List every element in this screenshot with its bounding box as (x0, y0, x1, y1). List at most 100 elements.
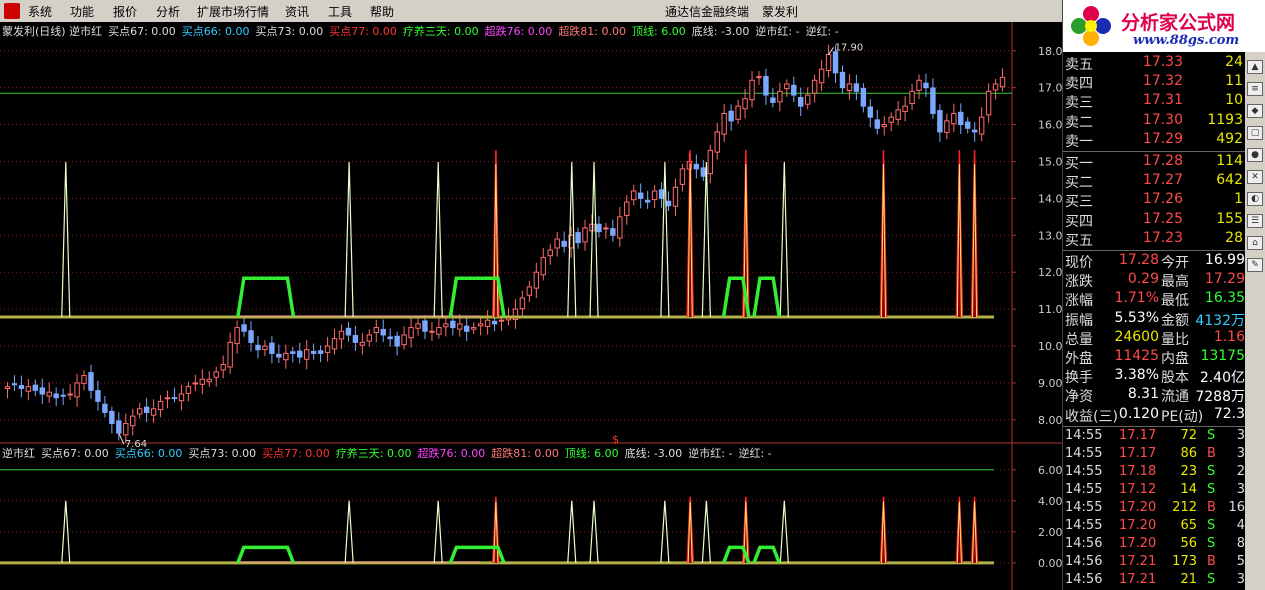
candle-body (971, 129, 978, 133)
toolbar-icon[interactable]: ◐ (1247, 192, 1263, 206)
divider (1063, 250, 1253, 251)
toolbar-icon[interactable]: ● (1247, 148, 1263, 162)
candle-body (554, 238, 560, 249)
stat-value: 5.53% (1114, 309, 1159, 326)
stat-value: 8.31 (1127, 386, 1159, 403)
menu-system[interactable]: 系统 (28, 3, 52, 20)
tick-volume: 23 (1180, 463, 1197, 479)
order-book-row[interactable]: 卖五 17.33 24 (1065, 54, 1243, 73)
tick-price: 17.21 (1119, 571, 1157, 587)
indicator-plateau (752, 276, 781, 318)
tick-side: S (1207, 571, 1216, 587)
candle-body (464, 325, 470, 332)
menu-help[interactable]: 帮助 (370, 3, 394, 20)
indicator-plateau (236, 276, 296, 318)
menu-extended-market[interactable]: 扩展市场行情 (197, 3, 269, 20)
order-book-volume: 492 (1216, 130, 1243, 147)
stat-label: 外盘 (1065, 351, 1093, 367)
order-book-volume: 155 (1216, 210, 1243, 227)
candle-body (575, 232, 581, 244)
candle-body (603, 227, 609, 230)
y-tick-label: 9.00 (1038, 377, 1062, 390)
brand-url[interactable]: www.88gs.com (1133, 33, 1239, 48)
stat-row: 振幅 5.53% 金额 4132万 (1065, 310, 1245, 329)
menu-tools[interactable]: 工具 (328, 3, 352, 20)
candle-body (11, 383, 18, 386)
candle-body (401, 334, 407, 346)
candle-body (944, 120, 950, 133)
candle-body (283, 352, 289, 361)
candle-body (331, 338, 338, 350)
toolbar-icon[interactable]: ◆ (1247, 104, 1263, 118)
candle-body (958, 111, 964, 126)
tick-row: 14:55 17.20 65 S 4 (1065, 518, 1245, 536)
toolbar-icon[interactable]: ≡ (1247, 82, 1263, 96)
tick-price: 17.20 (1119, 517, 1157, 533)
candle-body (338, 330, 345, 340)
order-book-row[interactable]: 买三 17.26 1 (1065, 191, 1243, 210)
candle-body (818, 68, 825, 84)
stat-value: 1.71% (1114, 290, 1159, 307)
tick-time: 14:55 (1065, 517, 1103, 533)
candle-body (798, 97, 804, 107)
brand-name: 分析家公式网 (1121, 12, 1236, 34)
order-book-price: 17.29 (1142, 130, 1183, 147)
chart-canvas[interactable]: 18.00 17.00 16.00 15.00 14.00 13.00 12.00 11.00… (0, 22, 1062, 590)
candle-body (644, 199, 651, 203)
tick-price: 17.20 (1119, 499, 1157, 515)
tick-volume: 14 (1180, 481, 1197, 497)
stat-value: 17.28 (1118, 252, 1159, 268)
toolbar-icon[interactable]: ▢ (1247, 126, 1263, 140)
order-book-price: 17.30 (1142, 111, 1183, 128)
order-book-row[interactable]: 买五 17.23 28 (1065, 230, 1243, 249)
order-book-row[interactable]: 买二 17.27 642 (1065, 172, 1243, 191)
candle-body (999, 76, 1006, 88)
candle-body (95, 390, 101, 402)
stat-row: 收益(三) 0.120 PE(动) 72.3 (1065, 406, 1245, 425)
toolbar-icon[interactable]: ⌂ (1247, 236, 1263, 250)
indicator-spike (589, 161, 599, 318)
app-logo-icon (4, 3, 20, 19)
candle-body (881, 124, 887, 128)
candle-body (895, 109, 901, 120)
indicator-spike (779, 161, 789, 318)
toolbar-icon[interactable]: ✎ (1247, 258, 1263, 272)
toolbar-icon[interactable]: ✕ (1247, 170, 1263, 184)
order-book-row[interactable]: 卖一 17.29 492 (1065, 131, 1243, 150)
order-book-label: 买五 (1065, 232, 1093, 249)
order-book-label: 买三 (1065, 194, 1093, 211)
stat-label: 内盘 (1161, 351, 1189, 367)
tick-side: S (1207, 535, 1216, 551)
candle-body (39, 387, 45, 395)
toolbar-icon[interactable]: ☰ (1247, 214, 1263, 228)
order-book-row[interactable]: 卖四 17.32 11 (1065, 73, 1243, 92)
tick-volume: 65 (1180, 517, 1197, 533)
toolbar-icon[interactable]: ▲ (1247, 60, 1263, 74)
candle-body (227, 341, 233, 368)
menu-function[interactable]: 功能 (70, 3, 94, 20)
y-tick-label: 11.00 (1038, 303, 1062, 316)
candle-body (965, 121, 971, 129)
order-book-price: 17.27 (1142, 172, 1183, 189)
order-book-row[interactable]: 买一 17.28 114 (1065, 153, 1243, 172)
candle-body (624, 201, 630, 216)
candle-body (457, 323, 463, 330)
menu-analysis[interactable]: 分析 (156, 3, 180, 20)
tick-price: 17.18 (1119, 463, 1157, 479)
tick-side: S (1207, 517, 1216, 533)
menu-quote[interactable]: 报价 (113, 3, 137, 20)
order-book-row[interactable]: 买四 17.25 155 (1065, 211, 1243, 230)
tick-count: 3 (1236, 571, 1245, 587)
order-book-row[interactable]: 卖二 17.30 1193 (1065, 112, 1243, 131)
candle-body (387, 336, 393, 340)
order-book-row[interactable]: 卖三 17.31 10 (1065, 92, 1243, 111)
candle-body (916, 79, 922, 91)
stat-label: 涨幅 (1065, 293, 1093, 310)
candle-body (631, 190, 637, 201)
menu-info[interactable]: 资讯 (285, 3, 309, 20)
candle-body (25, 386, 32, 392)
chart-area[interactable]: 蒙发利(日线) 逆市红 买点67: 0.00 买点66: 0.00 买点73: 0.0… (0, 22, 1062, 590)
order-book-label: 买二 (1065, 175, 1093, 192)
tick-time: 14:55 (1065, 499, 1103, 515)
indicator-spike (344, 500, 354, 563)
